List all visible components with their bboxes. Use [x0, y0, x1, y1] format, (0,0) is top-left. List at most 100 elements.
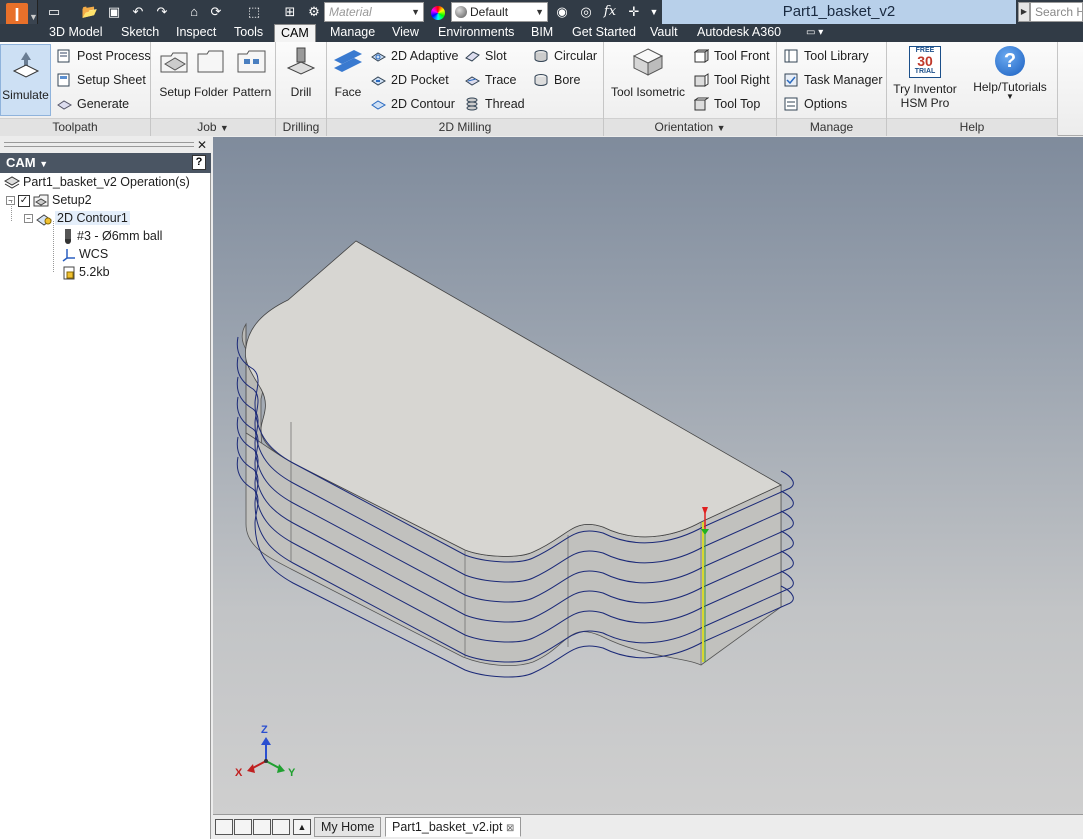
browser-grip-bar[interactable]: ✕ [0, 137, 211, 153]
folder-button[interactable]: Folder [193, 46, 229, 99]
help-tutorials-button[interactable]: ? Help/Tutorials ▼ [967, 46, 1053, 101]
task-manager-button[interactable]: Task Manager [782, 70, 883, 92]
appearance-select[interactable]: Default ▼ [451, 2, 548, 22]
tab-view[interactable]: View [392, 24, 419, 42]
operations-stack-icon [4, 176, 20, 189]
panel-label-drilling: Drilling [276, 118, 326, 136]
close-icon[interactable]: ✕ [197, 138, 207, 152]
select-icon[interactable]: ⬚ [244, 2, 264, 22]
tab-tools[interactable]: Tools [234, 24, 263, 42]
pattern-button[interactable]: Pattern [231, 46, 273, 99]
tab-get-started[interactable]: Get Started [572, 24, 636, 42]
grip-handle[interactable] [4, 142, 194, 147]
circular-button[interactable]: Circular [532, 46, 597, 68]
setup-button[interactable]: Setup [156, 46, 194, 99]
2d-pocket-button[interactable]: 2D Pocket [369, 70, 449, 92]
panel-label-orientation[interactable]: Orientation ▼ [604, 118, 776, 136]
tile-windows-icon[interactable] [234, 819, 252, 835]
view-triad[interactable] [247, 737, 285, 773]
tool-top-button[interactable]: Tool Top [692, 94, 760, 116]
2d-adaptive-button[interactable]: 2D Adaptive [369, 46, 458, 68]
clear-appearance-icon[interactable]: ◉ [552, 2, 572, 22]
tree-nc-data[interactable]: 5.2kb [62, 263, 110, 281]
tree-setup[interactable]: − ✓ Setup2 [6, 191, 92, 209]
tab-my-home[interactable]: My Home [314, 817, 382, 837]
face-button[interactable]: Face [329, 46, 367, 99]
adjust-icon[interactable]: ◎ [576, 2, 596, 22]
panel-label-job[interactable]: Job ▼ [151, 118, 275, 136]
parameters-icon[interactable]: fx [600, 2, 620, 22]
tab-environments[interactable]: Environments [438, 24, 514, 42]
update-icon[interactable]: ⟳ [206, 2, 226, 22]
open-icon[interactable]: 📂 [80, 2, 100, 22]
ball-mill-icon [65, 228, 71, 244]
measure-icon[interactable]: ⊞ [280, 2, 300, 22]
tab-sketch[interactable]: Sketch [121, 24, 159, 42]
ribbon-display-toggle-icon[interactable]: ▭ ▾ [806, 24, 823, 42]
color-wheel-icon[interactable] [428, 2, 448, 22]
cascade-windows-icon[interactable] [215, 819, 233, 835]
tab-bim[interactable]: BIM [531, 24, 553, 42]
try-inventor-label: Try Inventor [893, 82, 957, 96]
trace-label: Trace [485, 73, 517, 87]
tool-library-button[interactable]: Tool Library [782, 46, 869, 68]
tab-vault[interactable]: Vault [650, 24, 678, 42]
tool-right-button[interactable]: Tool Right [692, 70, 770, 92]
slot-label: Slot [485, 49, 507, 63]
search-input[interactable]: Search H [1030, 2, 1083, 22]
face-icon [334, 50, 362, 72]
chevron-down-icon: ▼ [1006, 92, 1014, 101]
add-icon[interactable]: ✛ [624, 2, 644, 22]
pattern-icon [237, 50, 266, 73]
checkbox-checked-icon[interactable]: ✓ [18, 194, 30, 207]
new-icon[interactable]: ▭ [44, 2, 64, 22]
home-icon[interactable]: ⌂ [184, 2, 204, 22]
tab-part1-basket[interactable]: Part1_basket_v2.ipt ⊠ [385, 817, 522, 837]
2d-contour-button[interactable]: 2D Contour [369, 94, 455, 116]
slot-button[interactable]: Slot [463, 46, 507, 68]
material-select[interactable]: Material ▼ [324, 2, 424, 22]
try-hsm-pro-button[interactable]: FREE 30 TRIAL Try Inventor HSM Pro [889, 46, 961, 110]
browser-header[interactable]: CAM ▼ ? [0, 153, 211, 173]
window-title: Part1_basket_v2 [662, 0, 1016, 24]
tree-tool[interactable]: #3 - Ø6mm ball [62, 227, 162, 245]
tree-root-operations[interactable]: Part1_basket_v2 Operation(s) [4, 173, 190, 191]
tab-inspect[interactable]: Inspect [176, 24, 216, 42]
tab-autodesk-a360[interactable]: Autodesk A360 [697, 24, 781, 42]
tree-wcs[interactable]: WCS [62, 245, 108, 263]
trace-button[interactable]: Trace [463, 70, 517, 92]
tree-operation-2d-contour[interactable]: − 2D Contour1 [24, 209, 130, 227]
search-expand-icon[interactable]: ▶ [1018, 2, 1030, 22]
contour-operation-icon [36, 214, 52, 226]
bore-button[interactable]: Bore [532, 70, 580, 92]
save-icon[interactable]: ▣ [104, 2, 124, 22]
generate-button[interactable]: Generate [55, 94, 129, 116]
collapse-icon[interactable]: − [24, 214, 33, 224]
simulate-icon [12, 52, 39, 78]
drill-icon [286, 47, 316, 75]
browser-help-button[interactable]: ? [192, 155, 206, 170]
tab-cam[interactable]: CAM [274, 24, 316, 43]
close-icon[interactable]: ⊠ [506, 823, 514, 834]
tool-isometric-button[interactable]: Tool Isometric [606, 46, 690, 99]
graphics-viewport[interactable]: Z X Y [213, 137, 1083, 814]
pattern-label: Pattern [232, 85, 272, 99]
qat-more-icon[interactable]: ▼ [644, 2, 664, 22]
drill-button[interactable]: Drill [282, 46, 320, 99]
simulate-button[interactable]: Simulate [0, 44, 51, 116]
thread-button[interactable]: Thread [463, 94, 525, 116]
gear-icon[interactable]: ⚙ [304, 2, 324, 22]
arrange-menu-icon[interactable]: ▲ [293, 819, 311, 835]
tool-front-button[interactable]: Tool Front [692, 46, 770, 68]
tab-3d-model[interactable]: 3D Model [49, 24, 103, 42]
redo-icon[interactable]: ↷ [152, 2, 172, 22]
tab-manage[interactable]: Manage [330, 24, 375, 42]
panel-help: FREE 30 TRIAL Try Inventor HSM Pro ? Hel… [887, 42, 1058, 136]
post-process-button[interactable]: Post Process [55, 46, 151, 68]
tile-vertical-icon[interactable] [272, 819, 290, 835]
slot-icon [465, 51, 480, 62]
setup-sheet-button[interactable]: Setup Sheet [55, 70, 146, 92]
tile-horizontal-icon[interactable] [253, 819, 271, 835]
options-button[interactable]: Options [782, 94, 847, 116]
undo-icon[interactable]: ↶ [128, 2, 148, 22]
